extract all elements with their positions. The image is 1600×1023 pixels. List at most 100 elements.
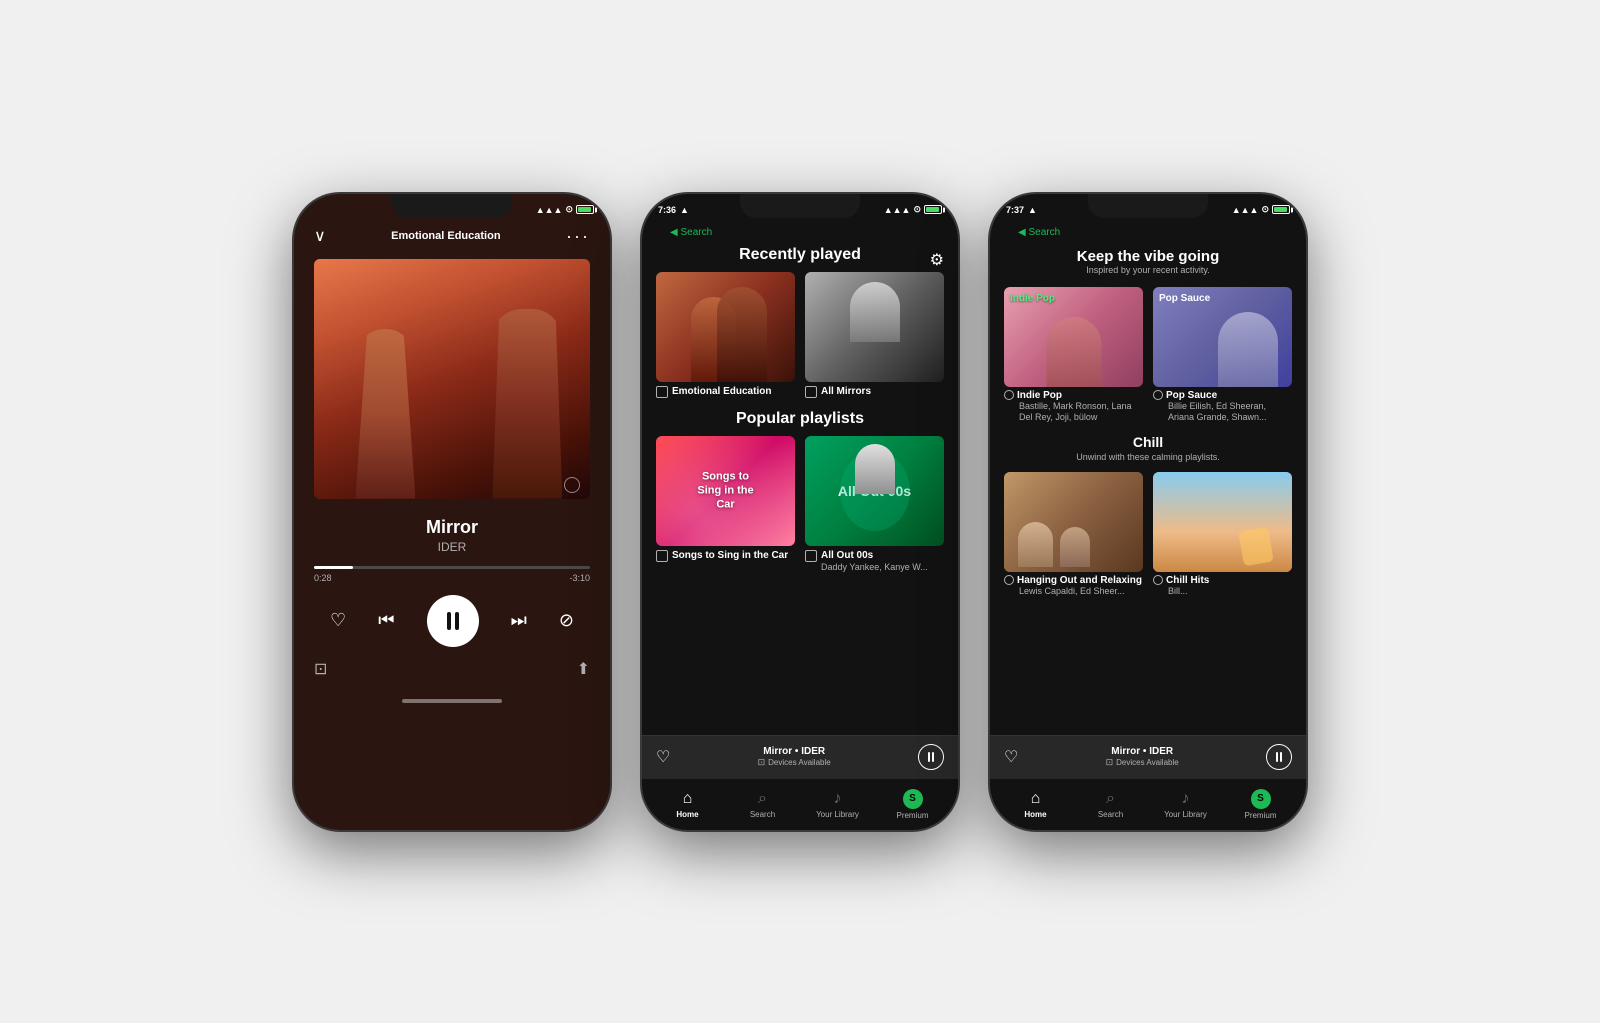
mini-heart-icon-2[interactable]: ♡ (656, 747, 670, 767)
album-art (314, 259, 590, 499)
phone-2: 7:36 ▲ ▲▲▲ ⊙ ◀ Search ⚙ Recently played (640, 192, 960, 832)
mini-track-3: Mirror • IDER (1018, 746, 1266, 757)
vibe-img-pop-sauce: Pop Sauce (1153, 287, 1292, 387)
recently-played-cards: Emotional Education All Mirrors (642, 272, 958, 398)
vibe-playlist-icon-indie (1004, 390, 1014, 400)
home-icon-3: ⌂ (1031, 790, 1041, 808)
nav-search-3[interactable]: ⌕ Search (1073, 790, 1148, 819)
status-right-2: ▲▲▲ ⊙ (884, 204, 942, 215)
nav-library-3[interactable]: ♪ Your Library (1148, 790, 1223, 819)
popular-playlists-title: Popular playlists (642, 398, 958, 436)
nav-premium-2[interactable]: S Premium (875, 789, 950, 820)
vibe-title: Keep the vibe going (1004, 248, 1292, 265)
pop-sauce-label: Pop Sauce (1159, 293, 1210, 304)
vibe-card-sub-pop-sauce: Billie Eilish, Ed Sheeran, Ariana Grande… (1153, 401, 1292, 424)
chill-playlist-icon-hits (1153, 575, 1163, 585)
premium-label-3: Premium (1244, 811, 1276, 820)
figure-right (492, 309, 562, 499)
nav-search-2[interactable]: ⌕ Search (725, 790, 800, 819)
card-img-emotional (656, 272, 795, 382)
library-label-2: Your Library (816, 810, 859, 819)
card-name-mirrors: All Mirrors (821, 386, 871, 397)
extra-controls: ⊡ ⬆ (294, 655, 610, 687)
sub-header-2: ◀ Search ⚙ (642, 222, 958, 240)
time-display-2: 7:36 (658, 205, 676, 215)
progress-times: 0:28 -3:10 (314, 573, 590, 583)
chevron-down-icon[interactable]: ∨ (314, 226, 326, 246)
skip-back-button[interactable]: ⏮ (378, 610, 394, 631)
library-icon-2: ♪ (834, 790, 842, 808)
search-icon-2: ⌕ (758, 790, 767, 808)
signal-icon-3: ▲▲▲ (1232, 205, 1259, 215)
time-current: 0:28 (314, 573, 332, 583)
mini-info-2: Mirror • IDER ⊡ Devices Available (670, 746, 918, 768)
lyrics-icon[interactable] (564, 477, 580, 493)
chill-subtitle: Unwind with these calming playlists. (990, 452, 1306, 468)
mini-pause-button-3[interactable] (1266, 744, 1292, 770)
library-label-3: Your Library (1164, 810, 1207, 819)
mini-player-3[interactable]: ♡ Mirror • IDER ⊡ Devices Available (990, 735, 1306, 778)
card-emotional-education[interactable]: Emotional Education (656, 272, 795, 398)
like-button[interactable]: ♡ (330, 610, 346, 631)
more-options-icon[interactable]: ··· (566, 226, 590, 247)
vibe-card-pop-sauce[interactable]: Pop Sauce Pop Sauce Billie Eilish, Ed Sh… (1153, 287, 1292, 424)
chill-section-title: Chill (990, 428, 1306, 452)
status-left-3: 7:37 ▲ (1006, 205, 1037, 215)
phone-1: ▲▲▲ ⊙ ∨ Emotional Education ··· (292, 192, 612, 832)
card-img-00s: All Out 00s (805, 436, 944, 546)
card-all-mirrors[interactable]: All Mirrors (805, 272, 944, 398)
battery-icon-1 (576, 205, 594, 214)
songs-car-overlay-text: Songs to Sing in the Car (691, 469, 761, 512)
card-label-mirrors: All Mirrors (805, 386, 944, 398)
mini-pause-icon-3 (1276, 752, 1282, 762)
chill-card-sub-hanging: Lewis Capaldi, Ed Sheer... (1004, 586, 1143, 598)
card-all-out-00s[interactable]: All Out 00s All Out 00s Daddy Yankee, Ka… (805, 436, 944, 572)
vibe-card-indie-pop[interactable]: Indie Pop Indie Pop Bastille, Mark Ronso… (1004, 287, 1143, 424)
settings-icon[interactable]: ⚙ (930, 250, 944, 270)
nav-library-2[interactable]: ♪ Your Library (800, 790, 875, 819)
progress-section[interactable]: 0:28 -3:10 (294, 560, 610, 587)
playlist-icon-songs-car (656, 550, 668, 562)
now-playing-header: ∨ Emotional Education ··· (294, 222, 610, 255)
back-search-button-2[interactable]: ◀ Search (656, 225, 726, 240)
card-label-songs-car: Songs to Sing in the Car (656, 550, 795, 562)
home-label-3: Home (1024, 810, 1046, 819)
library-icon-3: ♪ (1182, 790, 1190, 808)
home-icon-2: ⌂ (683, 790, 693, 808)
nav-home-3[interactable]: ⌂ Home (998, 790, 1073, 819)
nav-premium-3[interactable]: S Premium (1223, 789, 1298, 820)
devices-icon[interactable]: ⊡ (314, 659, 327, 679)
recently-played-title: Recently played (642, 240, 958, 272)
track-info: Mirror IDER (294, 511, 610, 560)
card-sub-00s: Daddy Yankee, Kanye W... (805, 562, 944, 572)
progress-bar[interactable] (314, 566, 590, 569)
chill-card-hanging-out[interactable]: Hanging Out and Relaxing Lewis Capaldi, … (1004, 472, 1143, 598)
chill-card-name-hits: Chill Hits (1153, 575, 1292, 586)
card-songs-car[interactable]: Songs to Sing in the Car Songs to Sing i… (656, 436, 795, 572)
vibe-subtitle: Inspired by your recent activity. (1004, 265, 1292, 275)
card-name-00s: All Out 00s (821, 550, 873, 561)
back-search-button-3[interactable]: ◀ Search (1004, 225, 1074, 240)
share-icon[interactable]: ⬆ (577, 659, 590, 679)
card-img-songs-car: Songs to Sing in the Car (656, 436, 795, 546)
chill-playlist-icon-hanging (1004, 575, 1014, 585)
mini-track-2: Mirror • IDER (670, 746, 918, 757)
mini-player-2[interactable]: ♡ Mirror • IDER ⊡ Devices Available (642, 735, 958, 778)
battery-icon-2 (924, 205, 942, 214)
sub-header-3: ◀ Search (990, 222, 1306, 244)
status-right-1: ▲▲▲ ⊙ (536, 204, 594, 215)
mini-heart-icon-3[interactable]: ♡ (1004, 747, 1018, 767)
mini-pause-button-2[interactable] (918, 744, 944, 770)
skip-forward-button[interactable]: ⏭ (511, 610, 527, 631)
bottom-nav-3: ⌂ Home ⌕ Search ♪ Your Library S Premium (990, 778, 1306, 830)
nav-home-2[interactable]: ⌂ Home (650, 790, 725, 819)
chill-card-sub-hits: Bill... (1153, 586, 1292, 598)
status-left-2: 7:36 ▲ (658, 205, 689, 215)
vibe-card-sub-indie-pop: Bastille, Mark Ronson, Lana Del Rey, Joj… (1004, 401, 1143, 424)
home-bar (402, 699, 502, 703)
mini-devices-icon-2: ⊡ (758, 757, 766, 768)
chill-card-chill-hits[interactable]: Chill Hits Bill... (1153, 472, 1292, 598)
pause-button[interactable] (427, 595, 479, 647)
ban-button[interactable]: ⊘ (559, 610, 574, 631)
indie-pop-label: Indie Pop (1010, 293, 1055, 304)
